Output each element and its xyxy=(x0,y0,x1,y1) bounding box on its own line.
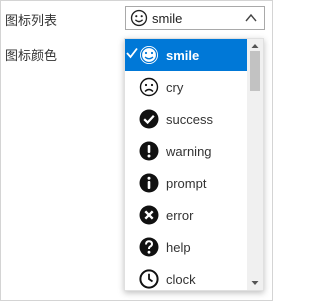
smile-icon xyxy=(130,9,148,27)
option-label: smile xyxy=(166,48,200,63)
clock-icon xyxy=(139,269,159,289)
error-icon xyxy=(139,205,159,225)
info-icon xyxy=(139,173,159,193)
scroll-down-arrow-icon[interactable] xyxy=(247,276,263,290)
option-success[interactable]: success xyxy=(125,103,247,135)
option-label: prompt xyxy=(166,176,207,191)
smile-icon xyxy=(140,46,158,64)
success-icon xyxy=(139,109,159,129)
icon-select[interactable]: smile xyxy=(125,6,265,30)
scroll-thumb[interactable] xyxy=(250,51,260,91)
option-smile[interactable]: smile xyxy=(125,39,247,71)
icon-dropdown: smile cry success warning prompt error h… xyxy=(124,38,264,291)
chevron-up-icon[interactable] xyxy=(244,11,258,25)
dropdown-scrollbar[interactable] xyxy=(247,39,263,290)
icon-option-list: smile cry success warning prompt error h… xyxy=(125,39,247,290)
option-prompt[interactable]: prompt xyxy=(125,167,247,199)
option-error[interactable]: error xyxy=(125,199,247,231)
option-clock[interactable]: clock xyxy=(125,263,247,290)
option-label: clock xyxy=(166,272,196,287)
option-label: success xyxy=(166,112,213,127)
option-cry[interactable]: cry xyxy=(125,71,247,103)
checkmark-icon xyxy=(126,47,138,59)
option-label: warning xyxy=(166,144,212,159)
help-icon xyxy=(139,237,159,257)
option-warning[interactable]: warning xyxy=(125,135,247,167)
option-help[interactable]: help xyxy=(125,231,247,263)
icon-list-label: 图标列表 xyxy=(5,13,58,28)
option-label: cry xyxy=(166,80,184,95)
option-label: error xyxy=(166,208,194,223)
cry-icon xyxy=(139,77,159,97)
icon-color-label: 图标颜色 xyxy=(5,48,58,63)
icon-select-value: smile xyxy=(152,11,183,26)
option-label: help xyxy=(166,240,191,255)
warning-icon xyxy=(139,141,159,161)
